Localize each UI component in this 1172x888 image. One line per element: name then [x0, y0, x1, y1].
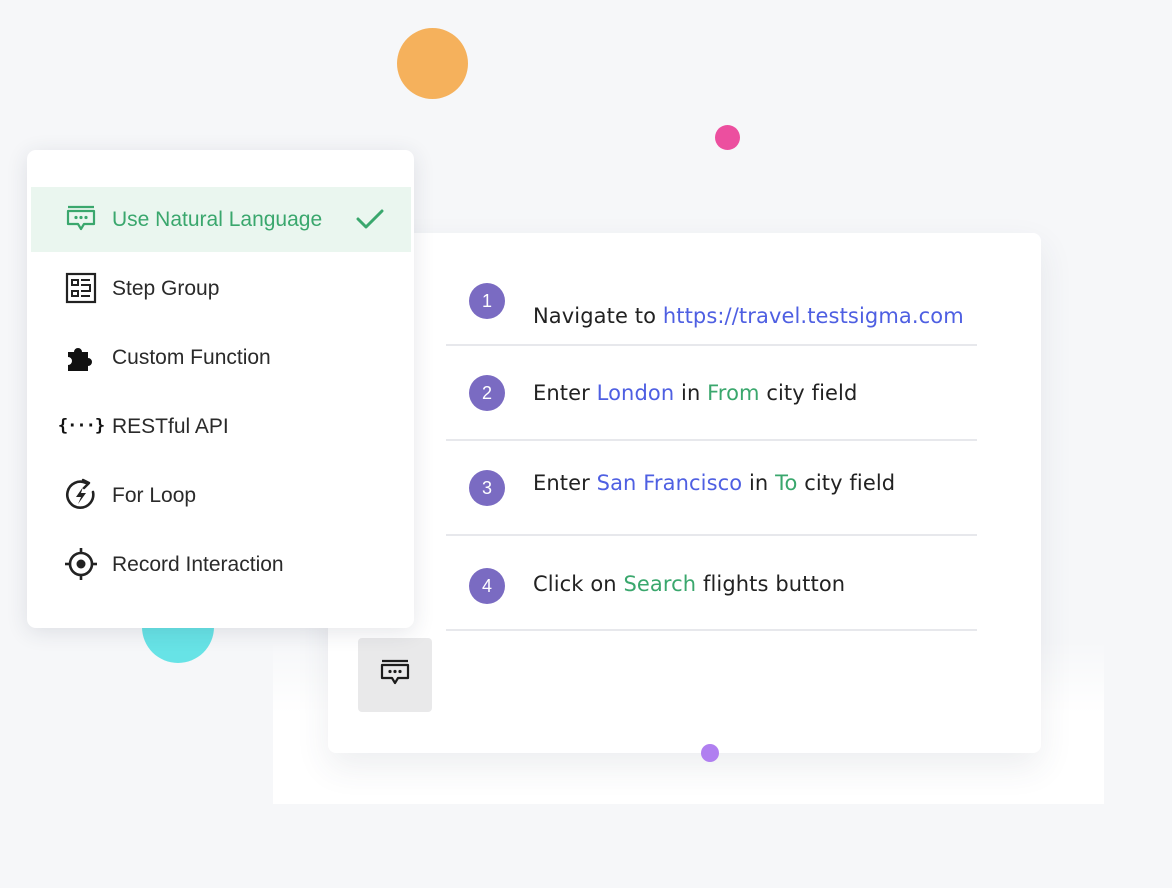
- step-connector: in: [674, 381, 708, 405]
- menu-item-label: Step Group: [112, 276, 220, 300]
- chat-icon: [380, 659, 410, 691]
- step-action: Navigate to: [533, 304, 663, 328]
- step-connector: in: [742, 471, 776, 495]
- step-text: Click on Search flights button: [533, 572, 845, 596]
- natural-language-button[interactable]: [358, 638, 432, 712]
- menu-item-custom-function[interactable]: Custom Function: [31, 325, 411, 390]
- menu-item-for-loop[interactable]: For Loop: [31, 463, 411, 528]
- decorative-orange-dot: [397, 28, 468, 99]
- step-suffix: city field: [797, 471, 896, 495]
- step-text: Navigate to https://travel.testsigma.com: [533, 304, 964, 328]
- test-step-2[interactable]: 2 Enter London in From city field: [446, 346, 977, 441]
- step-text: Enter San Francisco in To city field: [533, 471, 895, 495]
- menu-item-use-natural-language[interactable]: Use Natural Language: [31, 187, 411, 252]
- step-element[interactable]: To: [775, 471, 797, 495]
- step-type-menu: Use Natural Language Step Group Custom F…: [27, 150, 414, 628]
- step-suffix: city field: [759, 381, 858, 405]
- menu-item-step-group[interactable]: Step Group: [31, 256, 411, 321]
- step-test-data[interactable]: San Francisco: [597, 471, 743, 495]
- step-url-link[interactable]: https://travel.testsigma.com: [663, 304, 964, 328]
- menu-item-label: For Loop: [112, 483, 197, 507]
- step-action: Click on: [533, 572, 624, 596]
- check-icon: [355, 206, 385, 236]
- step-element[interactable]: From: [707, 381, 759, 405]
- step-element[interactable]: Search: [623, 572, 696, 596]
- braces-icon: {···}: [57, 416, 105, 436]
- step-group-icon: [64, 271, 98, 305]
- chat-icon: [64, 202, 98, 236]
- test-steps-card: 1 Navigate to https://travel.testsigma.c…: [328, 233, 1041, 753]
- decorative-pink-dot: [715, 125, 740, 150]
- step-number-badge: 4: [469, 568, 505, 604]
- step-number-badge: 1: [469, 283, 505, 319]
- crosshair-icon: [64, 547, 98, 581]
- test-step-4[interactable]: 4 Click on Search flights button: [446, 536, 977, 631]
- step-number-badge: 2: [469, 375, 505, 411]
- step-text: Enter London in From city field: [533, 381, 857, 405]
- decorative-purple-dot: [701, 744, 719, 762]
- test-step-1[interactable]: 1 Navigate to https://travel.testsigma.c…: [446, 251, 977, 346]
- menu-item-label: RESTful API: [112, 414, 229, 438]
- puzzle-icon: [64, 340, 98, 374]
- menu-item-restful-api[interactable]: {···} RESTful API: [31, 394, 411, 459]
- menu-item-label: Use Natural Language: [112, 207, 323, 231]
- step-suffix: flights button: [696, 572, 846, 596]
- step-number-badge: 3: [469, 470, 505, 506]
- step-action: Enter: [533, 471, 597, 495]
- step-test-data[interactable]: London: [597, 381, 675, 405]
- step-action: Enter: [533, 381, 597, 405]
- menu-item-record-interaction[interactable]: Record Interaction: [31, 532, 411, 597]
- menu-item-label: Record Interaction: [112, 552, 284, 576]
- loop-icon: [64, 478, 98, 512]
- test-step-3[interactable]: 3 Enter San Francisco in To city field: [446, 441, 977, 536]
- menu-item-label: Custom Function: [112, 345, 271, 369]
